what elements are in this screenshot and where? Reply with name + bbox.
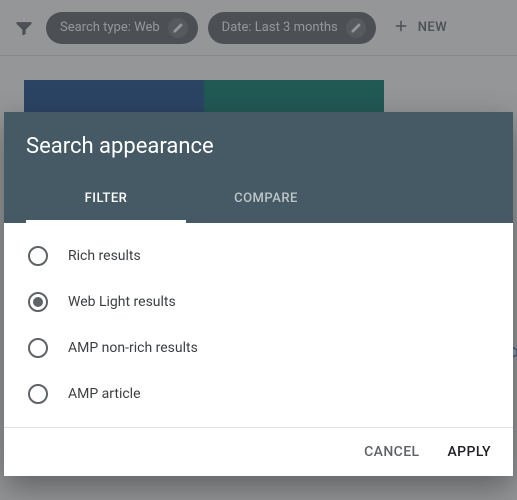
option-label: AMP article	[68, 386, 141, 402]
dialog-tabs: FILTER COMPARE	[26, 177, 491, 223]
option-rich-results[interactable]: Rich results	[4, 233, 513, 279]
option-amp-article[interactable]: AMP article	[4, 371, 513, 417]
tab-filter[interactable]: FILTER	[26, 177, 186, 223]
radio-icon	[28, 292, 48, 312]
option-amp-non-rich-results[interactable]: AMP non-rich results	[4, 325, 513, 371]
cancel-button[interactable]: CANCEL	[364, 444, 419, 460]
option-label: Web Light results	[68, 294, 176, 310]
dialog-header: Search appearance FILTER COMPARE	[4, 112, 513, 223]
radio-icon	[28, 246, 48, 266]
apply-button[interactable]: APPLY	[447, 444, 491, 460]
radio-icon	[28, 338, 48, 358]
dialog-actions: CANCEL APPLY	[4, 428, 513, 476]
dialog-title: Search appearance	[26, 134, 491, 159]
radio-icon	[28, 384, 48, 404]
tab-compare[interactable]: COMPARE	[186, 177, 346, 223]
option-label: Rich results	[68, 248, 141, 264]
search-appearance-dialog: Search appearance FILTER COMPARE Rich re…	[4, 112, 513, 476]
filter-options: Rich results Web Light results AMP non-r…	[4, 223, 513, 428]
option-label: AMP non-rich results	[68, 340, 198, 356]
option-web-light-results[interactable]: Web Light results	[4, 279, 513, 325]
